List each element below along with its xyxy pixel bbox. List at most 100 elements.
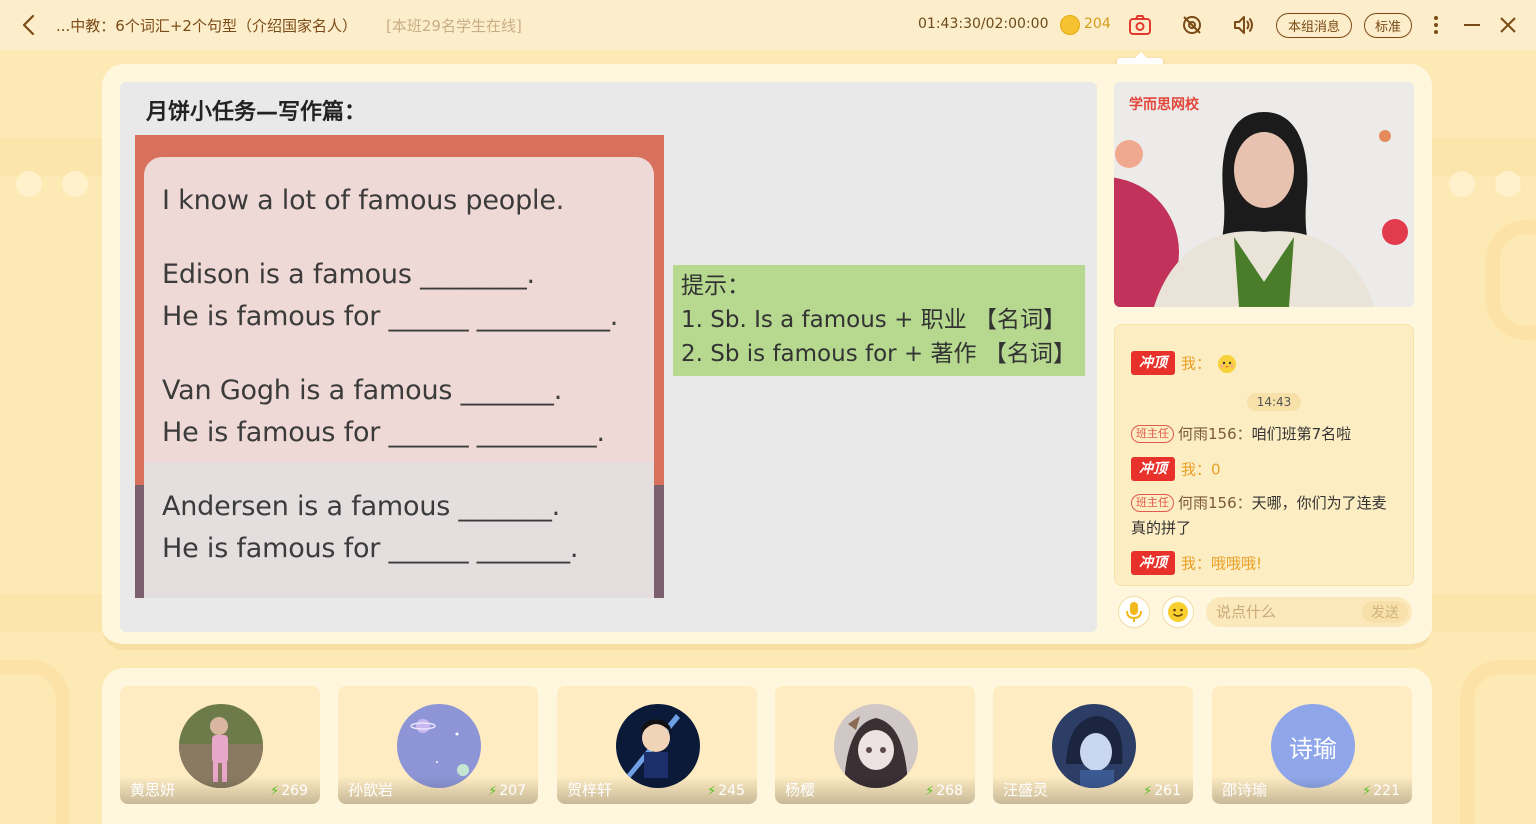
worksheet-line: He is famous for ______ __________. bbox=[162, 301, 619, 332]
slide-title: 月饼小任务—写作篇： bbox=[146, 100, 367, 125]
emoji-button[interactable] bbox=[1162, 596, 1194, 628]
worksheet-line: Edison is a famous ________. bbox=[162, 259, 535, 290]
worksheet-paper: I know a lot of famous people. Edison is… bbox=[144, 157, 654, 598]
worksheet-line: He is famous for ______ _______. bbox=[162, 533, 579, 564]
student-score-value: 269 bbox=[281, 783, 308, 799]
student-avatar-text: 诗瑜 bbox=[1289, 734, 1337, 763]
online-count: [本班29名学生在线] bbox=[386, 17, 522, 35]
student-card[interactable]: 汪盛灵 ⚡ 261 bbox=[993, 686, 1193, 804]
school-logo: 学而思网校 bbox=[1129, 97, 1199, 113]
worksheet-card: I know a lot of famous people. Edison is… bbox=[135, 135, 664, 598]
student-footer: 汪盛灵 ⚡ 261 bbox=[993, 776, 1193, 804]
chat-message: 班主任 何雨156：天哪，你们为了连麦 bbox=[1131, 492, 1387, 513]
microphone-icon bbox=[1126, 602, 1142, 622]
close-icon[interactable] bbox=[1495, 12, 1521, 38]
student-card[interactable]: 杨樱 ⚡ 268 bbox=[775, 686, 975, 804]
chat-text: 天哪，你们为了连麦 bbox=[1251, 494, 1387, 512]
rank-badge: 冲顶 bbox=[1131, 551, 1175, 575]
student-footer: 贺梓轩 ⚡ 245 bbox=[557, 776, 757, 804]
course-title: ...中教：6个词汇+2个句型（介绍国家名人） bbox=[56, 17, 357, 35]
chat-sender: 我：0 bbox=[1181, 460, 1221, 479]
student-score-value: 221 bbox=[1373, 783, 1400, 799]
hint-title: 提示： bbox=[681, 273, 750, 299]
coin-count: 204 bbox=[1084, 16, 1111, 32]
student-card[interactable]: 孙歆岩 ⚡ 207 bbox=[338, 686, 538, 804]
chat-panel: 冲顶 我： 14:43 班主任 何雨156：咱们班第7名啦 冲顶 我：0 班主任 何雨1… bbox=[1114, 324, 1414, 586]
bg-dot bbox=[1495, 171, 1521, 197]
hint-box: 提示： 1. Sb. Is a famous + 职业 【名词】 2. Sb i… bbox=[673, 265, 1085, 376]
back-icon[interactable] bbox=[18, 13, 40, 37]
student-card[interactable]: 贺梓轩 ⚡ 245 bbox=[557, 686, 757, 804]
quality-button[interactable]: 标准 bbox=[1364, 13, 1412, 38]
lightning-icon: ⚡ bbox=[488, 784, 498, 799]
class-timer: 01:43:30/02:00:00 bbox=[918, 16, 1049, 32]
send-button[interactable]: 发送 bbox=[1362, 601, 1408, 623]
chat-message-continued: 真的拼了 bbox=[1131, 517, 1191, 538]
student-score: ⚡ 221 bbox=[1362, 783, 1400, 799]
chat-message: 冲顶 我： bbox=[1131, 351, 1238, 375]
student-score-value: 207 bbox=[499, 783, 526, 799]
student-card[interactable]: 诗瑜 邵诗瑜 ⚡ 221 bbox=[1212, 686, 1412, 804]
courseware-slide: 月饼小任务—写作篇： I know a lot of famous people… bbox=[120, 82, 1097, 632]
bg-ring bbox=[1460, 660, 1536, 824]
rank-badge: 冲顶 bbox=[1131, 351, 1175, 375]
student-footer: 孙歆岩 ⚡ 207 bbox=[338, 776, 538, 804]
student-footer: 邵诗瑜 ⚡ 221 bbox=[1212, 776, 1412, 804]
chat-text: 真的拼了 bbox=[1131, 519, 1192, 537]
lightning-icon: ⚡ bbox=[1362, 784, 1372, 799]
bg-ring bbox=[0, 660, 70, 824]
student-card[interactable]: 黄思妍 ⚡ 269 bbox=[120, 686, 320, 804]
student-score-value: 261 bbox=[1154, 783, 1181, 799]
chat-sender: 我：哦哦哦! bbox=[1181, 554, 1263, 573]
worksheet-line: Van Gogh is a famous _______. bbox=[162, 375, 563, 406]
chat-sender: 何雨156： bbox=[1178, 425, 1252, 443]
lightning-icon: ⚡ bbox=[1143, 784, 1153, 799]
mic-button[interactable] bbox=[1118, 596, 1150, 628]
chat-input-row: 发送 bbox=[1114, 594, 1414, 630]
worksheet-line: I know a lot of famous people. bbox=[162, 185, 565, 216]
group-message-button[interactable]: 本组消息 bbox=[1276, 13, 1352, 38]
teacher-role-badge: 班主任 bbox=[1131, 424, 1174, 443]
bg-dot bbox=[1449, 171, 1475, 197]
bg-dot bbox=[62, 171, 88, 197]
student-score: ⚡ 268 bbox=[925, 783, 963, 799]
student-footer: 杨樱 ⚡ 268 bbox=[775, 776, 975, 804]
chat-sender: 我： bbox=[1181, 354, 1212, 373]
student-name: 杨樱 bbox=[785, 781, 816, 799]
student-name: 邵诗瑜 bbox=[1222, 781, 1268, 799]
student-name: 贺梓轩 bbox=[567, 781, 613, 799]
lightning-icon: ⚡ bbox=[925, 784, 935, 799]
chat-timestamp: 14:43 bbox=[1247, 393, 1301, 411]
lightning-icon: ⚡ bbox=[270, 784, 280, 799]
hint-line: 2. Sb is famous for + 著作 【名词】 bbox=[681, 341, 1076, 367]
teacher-video: 学而思网校 bbox=[1114, 82, 1414, 307]
more-icon[interactable] bbox=[1423, 12, 1449, 38]
chat-message: 班主任 何雨156：咱们班第7名啦 bbox=[1131, 423, 1351, 444]
chat-sender: 何雨156： bbox=[1178, 494, 1252, 512]
student-footer: 黄思妍 ⚡ 269 bbox=[120, 776, 320, 804]
top-bar: ...中教：6个词汇+2个句型（介绍国家名人） [本班29名学生在线] 01:4… bbox=[0, 0, 1536, 50]
student-name: 黄思妍 bbox=[130, 781, 176, 799]
camera-icon[interactable] bbox=[1127, 12, 1153, 38]
paper-bottom bbox=[144, 462, 654, 598]
student-score: ⚡ 245 bbox=[707, 783, 745, 799]
teacher-role-badge: 班主任 bbox=[1131, 493, 1174, 512]
student-score: ⚡ 207 bbox=[488, 783, 526, 799]
chat-message: 冲顶 我：哦哦哦! bbox=[1131, 551, 1262, 575]
student-score-value: 268 bbox=[936, 783, 963, 799]
eye-off-icon[interactable] bbox=[1179, 12, 1205, 38]
student-name: 孙歆岩 bbox=[348, 781, 394, 799]
rank-badge: 冲顶 bbox=[1131, 457, 1175, 481]
student-score-value: 245 bbox=[718, 783, 745, 799]
hint-line: 1. Sb. Is a famous + 职业 【名词】 bbox=[681, 307, 1066, 333]
worksheet-line: Andersen is a famous _______. bbox=[162, 491, 561, 522]
chick-emoji-icon bbox=[1217, 355, 1236, 373]
student-score: ⚡ 261 bbox=[1143, 783, 1181, 799]
chat-message: 冲顶 我：0 bbox=[1131, 457, 1221, 481]
bg-dot bbox=[16, 171, 42, 197]
minimize-icon[interactable] bbox=[1459, 12, 1485, 38]
lightning-icon: ⚡ bbox=[707, 784, 717, 799]
volume-icon[interactable] bbox=[1231, 12, 1257, 38]
student-score: ⚡ 269 bbox=[270, 783, 308, 799]
coin-icon bbox=[1060, 15, 1080, 35]
